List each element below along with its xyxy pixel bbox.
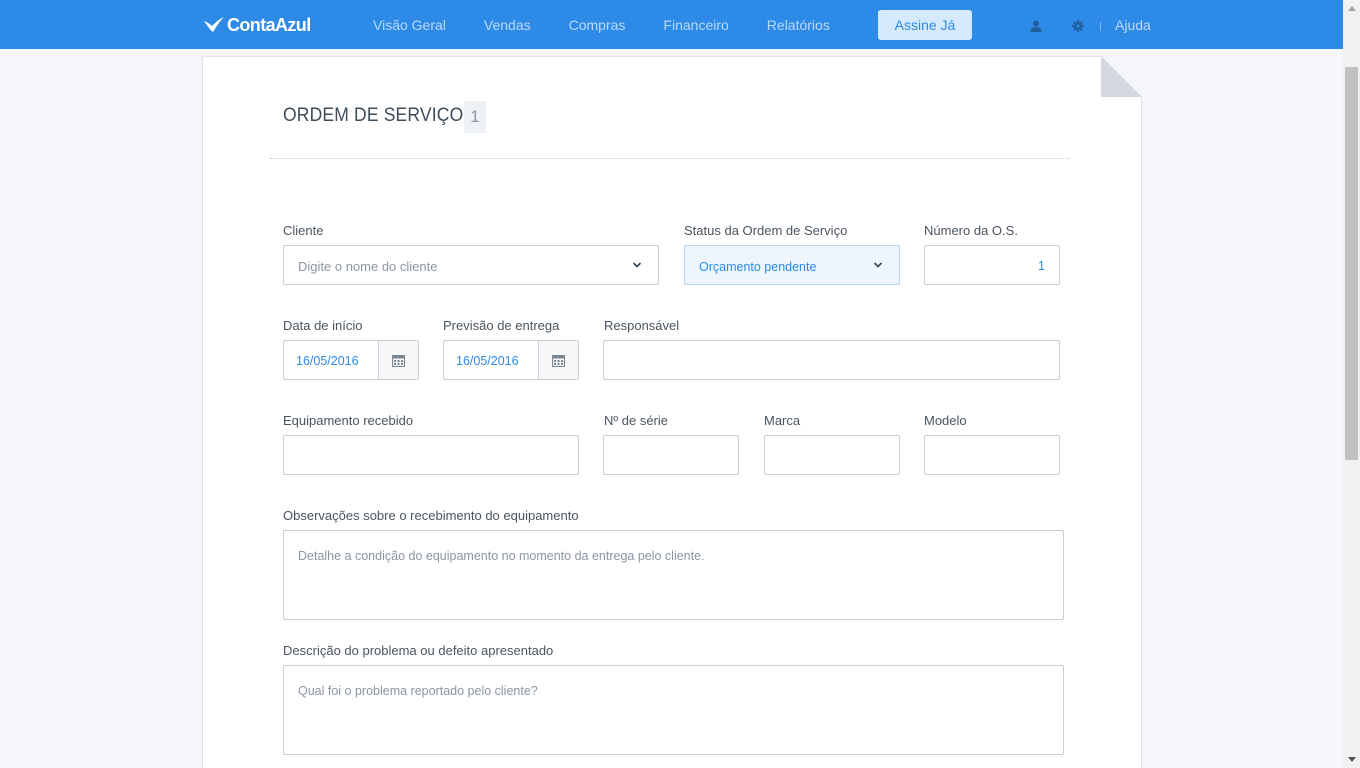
equipamento-input[interactable] [283,435,579,475]
nav-visao-geral[interactable]: Visão Geral [373,17,446,33]
status-select[interactable]: Orçamento pendente [684,245,900,285]
nav-financeiro[interactable]: Financeiro [663,17,728,33]
descricao-textarea[interactable]: Qual foi o problema reportado pelo clien… [283,665,1064,755]
cliente-select[interactable]: Digite o nome do cliente [283,245,659,285]
descricao-placeholder: Qual foi o problema reportado pelo clien… [298,684,538,698]
observacoes-placeholder: Detalhe a condição do equipamento no mom… [298,549,705,563]
brand-logo[interactable]: ContaAzul [203,13,311,37]
numero-os-value: 1 [1038,259,1045,273]
data-inicio-value: 16/05/2016 [296,354,359,368]
scroll-down-button[interactable] [1343,751,1360,768]
scroll-thumb[interactable] [1345,67,1358,460]
responsavel-input[interactable] [603,340,1060,380]
cliente-label: Cliente [283,223,324,238]
logo-wing-icon [204,17,224,32]
scroll-up-button[interactable] [1343,0,1360,17]
status-value: Orçamento pendente [699,260,817,274]
numero-os-label: Número da O.S. [924,223,1018,238]
equipamento-label: Equipamento recebido [283,413,414,428]
previsao-input[interactable]: 16/05/2016 [443,340,579,380]
responsavel-label: Responsável [604,318,680,333]
descricao-label: Descrição do problema ou defeito apresen… [283,643,554,658]
serie-input[interactable] [603,435,739,475]
arrow-down-icon [1347,757,1356,762]
user-icon[interactable] [1030,20,1042,32]
vertical-scrollbar[interactable] [1343,0,1360,768]
modelo-label: Modelo [924,413,967,428]
modelo-input[interactable] [924,435,1060,475]
page-title: ORDEM DE SERVIÇO [283,105,464,126]
calendar-button[interactable] [538,341,578,379]
observacoes-label: Observações sobre o recebimento do equip… [283,508,579,523]
calendar-button[interactable] [378,341,418,379]
chevron-down-icon [873,262,883,268]
gear-icon[interactable] [1072,20,1084,32]
nav-relatorios[interactable]: Relatórios [767,17,830,33]
marca-input[interactable] [764,435,900,475]
marca-label: Marca [764,413,801,428]
nav-compras[interactable]: Compras [569,17,626,33]
service-order-sheet [202,56,1142,768]
main-nav: Visão Geral Vendas Compras Financeiro Re… [373,0,868,49]
order-number-badge: 1 [464,101,486,133]
previsao-value: 16/05/2016 [456,354,519,368]
nav-separator [1100,22,1101,31]
help-link[interactable]: Ajuda [1115,17,1151,33]
serie-label: Nº de série [604,413,668,428]
nav-vendas[interactable]: Vendas [484,17,531,33]
previsao-label: Previsão de entrega [443,318,560,333]
assine-ja-button[interactable]: Assine Já [878,10,972,40]
chevron-down-icon [632,262,642,268]
numero-os-input[interactable]: 1 [924,245,1060,285]
data-inicio-input[interactable]: 16/05/2016 [283,340,419,380]
data-inicio-label: Data de início [283,318,363,333]
title-divider [270,158,1070,159]
cliente-placeholder: Digite o nome do cliente [298,259,438,274]
calendar-icon [552,354,565,367]
calendar-icon [392,354,405,367]
status-label: Status da Ordem de Serviço [684,223,848,238]
arrow-up-icon [1347,6,1356,11]
logo-text: ContaAzul [227,14,311,35]
page-corner-fold [1101,56,1142,97]
observacoes-textarea[interactable]: Detalhe a condição do equipamento no mom… [283,530,1064,620]
top-navbar: ContaAzul Visão Geral Vendas Compras Fin… [0,0,1343,49]
